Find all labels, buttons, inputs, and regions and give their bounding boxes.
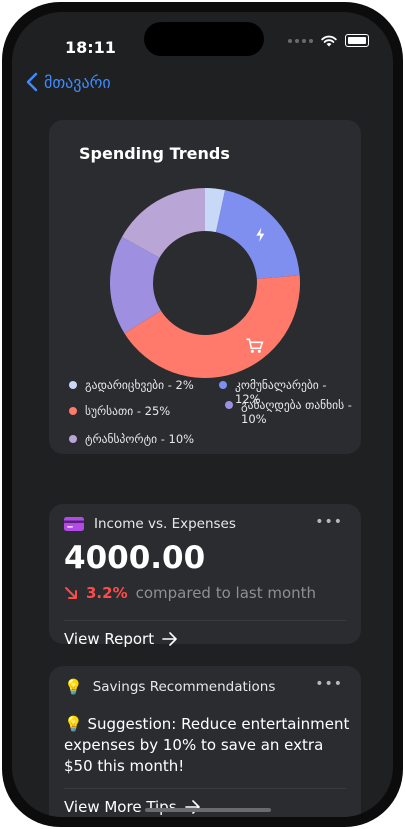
more-options-button[interactable]: ••• <box>315 514 343 530</box>
wifi-icon <box>321 35 337 46</box>
status-icons <box>288 34 369 47</box>
savings-card: 💡 Savings Recommendations ••• 💡 Suggesti… <box>49 666 361 817</box>
card-header: Income vs. Expenses <box>64 516 236 532</box>
more-options-button[interactable]: ••• <box>315 676 343 692</box>
legend-swatch <box>69 381 77 389</box>
status-time: 18:11 <box>65 38 116 57</box>
chevron-left-icon <box>26 72 38 92</box>
change-percent: 3.2% <box>86 584 128 602</box>
arrow-down-right-icon <box>65 587 77 599</box>
arrow-right-icon <box>162 632 177 646</box>
spending-trends-card: Spending Trends გადარიცხვები - 2% კომუნა… <box>49 120 361 454</box>
phone-frame: 18:11 მთავარი Spending Trends გადარიცხვე… <box>2 2 403 827</box>
card-title: Income vs. Expenses <box>94 516 236 532</box>
lightbulb-icon: 💡 <box>64 678 83 696</box>
legend-item: განაღდება თანხის - 10% <box>225 398 355 426</box>
credit-card-icon <box>64 517 84 531</box>
change-indicator: 3.2% compared to last month <box>64 584 316 602</box>
income-amount: 4000.00 <box>64 540 206 576</box>
divider <box>64 788 346 789</box>
legend-swatch <box>225 401 233 409</box>
divider <box>64 620 346 621</box>
signal-icon <box>288 38 313 43</box>
change-caption: compared to last month <box>135 584 317 602</box>
legend-label: განაღდება თანხის - 10% <box>241 398 352 426</box>
link-label: View Report <box>64 630 155 648</box>
link-label: View More Tips <box>64 798 177 816</box>
dynamic-island <box>144 22 264 56</box>
legend-item: გადარიცხვები - 2% <box>69 378 194 392</box>
view-report-link[interactable]: View Report <box>64 630 178 648</box>
card-header: 💡 Savings Recommendations <box>64 678 275 696</box>
legend-item: ტრანსპორტი - 10% <box>69 432 194 446</box>
view-more-tips-link[interactable]: View More Tips <box>64 798 201 816</box>
donut-chart <box>110 188 301 378</box>
battery-icon <box>345 34 369 47</box>
legend-swatch <box>69 407 77 415</box>
legend-swatch <box>69 435 77 443</box>
legend-label: ტრანსპორტი - 10% <box>85 432 195 446</box>
back-label: მთავარი <box>44 72 111 92</box>
suggestion-text: 💡 Suggestion: Reduce entertainment expen… <box>64 715 350 775</box>
back-button[interactable]: მთავარი <box>26 72 111 92</box>
legend-swatch <box>219 381 227 389</box>
legend-label: გადარიცხვები - 2% <box>85 378 194 392</box>
income-expenses-card: Income vs. Expenses ••• 4000.00 3.2% com… <box>49 504 361 648</box>
card-title: Savings Recommendations <box>92 679 276 695</box>
home-indicator <box>145 808 271 812</box>
legend-item: სურსათი - 25% <box>69 404 170 418</box>
screen: 18:11 მთავარი Spending Trends გადარიცხვე… <box>12 12 393 817</box>
legend-label: სურსათი - 25% <box>85 404 171 418</box>
